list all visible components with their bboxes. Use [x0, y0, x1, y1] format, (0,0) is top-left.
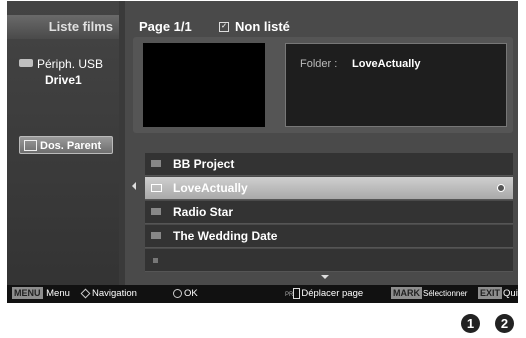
header: Page 1/1 ✓ Non listé: [125, 15, 518, 39]
info-box: Folder : LoveActually: [285, 43, 507, 127]
usb-icon: [19, 58, 33, 67]
exit-key: EXIT: [478, 287, 503, 300]
folder-icon: [151, 160, 161, 167]
preview-panel: Folder : LoveActually: [133, 37, 513, 133]
ok-icon: [173, 288, 182, 298]
file-list: BB Project LoveActually Radio Star The W…: [145, 153, 513, 273]
folder-label: Folder: [300, 58, 332, 70]
radio-icon: [497, 184, 505, 192]
drive-name: Drive1: [45, 73, 82, 87]
pr-icon: [293, 287, 301, 299]
sidebar: Liste films Périph. USB Drive1 Dos. Pare…: [7, 1, 119, 293]
tv-screen: Liste films Périph. USB Drive1 Dos. Pare…: [7, 1, 518, 303]
scroll-left-arrow-icon[interactable]: [132, 182, 136, 190]
mark-key: MARK: [391, 287, 422, 300]
page-indicator: Page 1/1: [139, 19, 192, 34]
parent-folder-button[interactable]: Dos. Parent: [19, 136, 113, 154]
page-move-label: Déplacer page: [301, 288, 364, 299]
folder-icon: [151, 232, 161, 239]
device-name: Périph. USB: [37, 57, 104, 71]
marker-1: 1: [461, 314, 480, 333]
bottom-bar: MENU Menu Navigation OK PR Déplacer page …: [7, 285, 518, 303]
empty-slot-icon: [153, 258, 158, 263]
preview-thumbnail: [143, 43, 265, 127]
checkbox-icon[interactable]: ✓: [219, 22, 229, 32]
ok-label: OK: [184, 288, 198, 299]
pr-label: PR: [285, 292, 294, 298]
navigation-label: Navigation: [92, 288, 137, 299]
list-item-empty[interactable]: [145, 249, 513, 272]
exit-label: Quitter: [503, 288, 518, 299]
list-item[interactable]: The Wedding Date: [145, 225, 513, 248]
list-item-selected[interactable]: LoveActually: [145, 177, 513, 200]
menu-label: Menu: [46, 288, 70, 299]
main-panel: Page 1/1 ✓ Non listé Folder : LoveActual…: [125, 1, 518, 293]
list-item[interactable]: Radio Star: [145, 201, 513, 224]
sidebar-title: Liste films: [7, 15, 119, 39]
parent-folder-label: Dos. Parent: [40, 140, 102, 152]
scroll-down-arrow-icon[interactable]: [321, 275, 329, 279]
mark-label: Sélectionner: [423, 289, 468, 298]
navigation-icon: [80, 288, 91, 299]
list-item[interactable]: BB Project: [145, 153, 513, 176]
folder-value: LoveActually: [352, 58, 421, 70]
usb-device[interactable]: Périph. USB Drive1: [19, 57, 117, 87]
folder-icon: [151, 184, 162, 192]
folder-icon: [151, 208, 161, 215]
folder-up-icon: [24, 139, 37, 151]
filter-label: Non listé: [235, 19, 290, 34]
marker-2: 2: [495, 314, 514, 333]
menu-key: MENU: [12, 287, 43, 300]
